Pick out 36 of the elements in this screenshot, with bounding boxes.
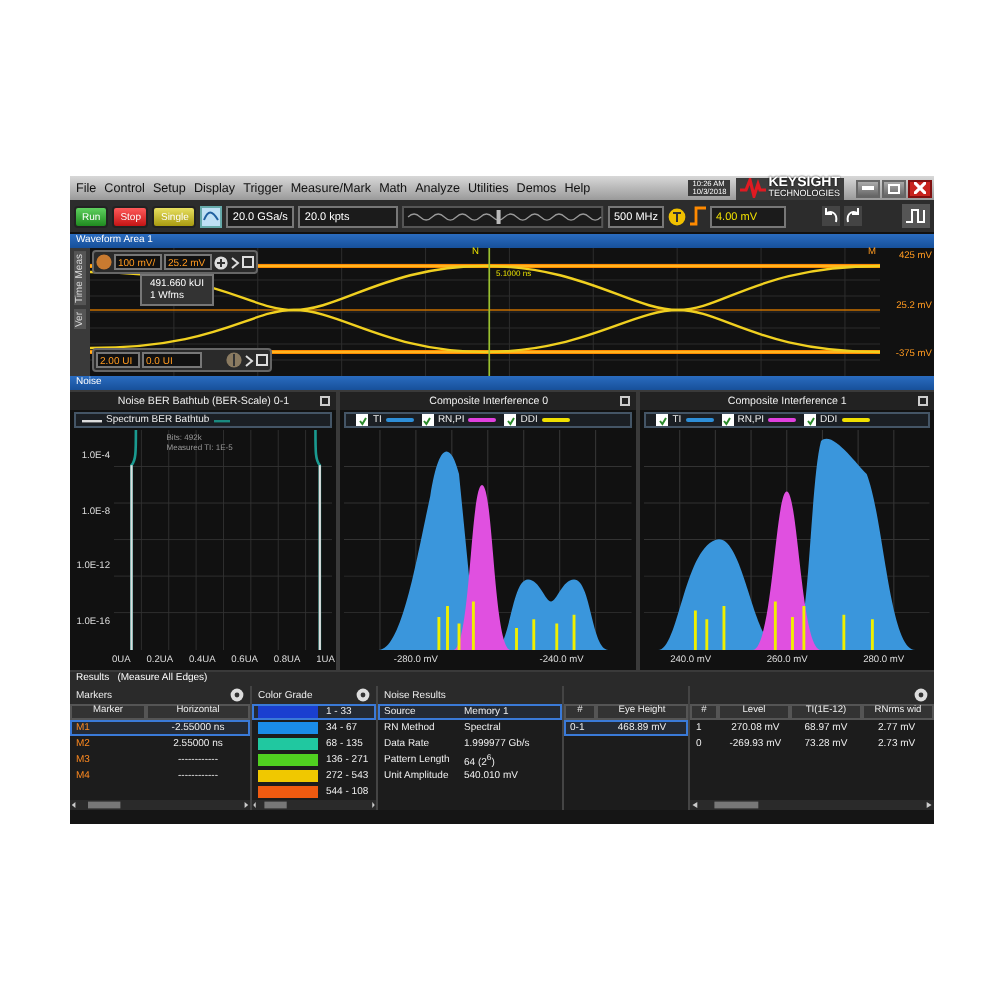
close-icon [914, 182, 926, 194]
settings-icon[interactable] [356, 688, 370, 702]
checkbox[interactable] [721, 414, 734, 426]
waveform-icon[interactable] [902, 204, 930, 228]
restore-icon[interactable] [320, 396, 331, 406]
add-icon[interactable] [214, 255, 228, 269]
trigger-source-icon[interactable] [668, 207, 686, 225]
checkbox[interactable] [356, 414, 369, 426]
scrollbar[interactable] [252, 800, 376, 810]
checkbox[interactable] [656, 414, 669, 426]
legend-line-icon [213, 417, 230, 423]
checkbox[interactable] [804, 414, 817, 426]
settings-icon[interactable] [230, 688, 244, 702]
settings-icon[interactable] [914, 688, 928, 702]
window-icon[interactable] [242, 256, 254, 268]
window-icon[interactable] [256, 354, 268, 366]
logo-wave-icon [740, 178, 767, 198]
checkbox[interactable] [421, 414, 434, 426]
horizontal-position-drawing[interactable] [402, 205, 604, 227]
minimize-button[interactable] [856, 179, 880, 197]
legend-line-icon [82, 417, 102, 423]
display-mode-icon[interactable] [200, 205, 223, 227]
checkbox[interactable] [504, 414, 517, 426]
maximize-icon [888, 183, 900, 193]
rising-edge-icon[interactable] [690, 206, 706, 226]
minimize-icon [862, 186, 874, 190]
restore-icon[interactable] [918, 396, 928, 406]
restore-icon[interactable] [620, 396, 631, 406]
chevron-icon[interactable] [244, 353, 254, 367]
chevron-icon[interactable] [230, 255, 240, 269]
redo-icon[interactable] [844, 206, 862, 226]
close-button[interactable] [908, 179, 932, 197]
scrollbar[interactable] [690, 800, 934, 810]
undo-icon[interactable] [822, 206, 840, 226]
knob-icon[interactable] [226, 352, 242, 368]
maximize-button[interactable] [882, 179, 906, 197]
